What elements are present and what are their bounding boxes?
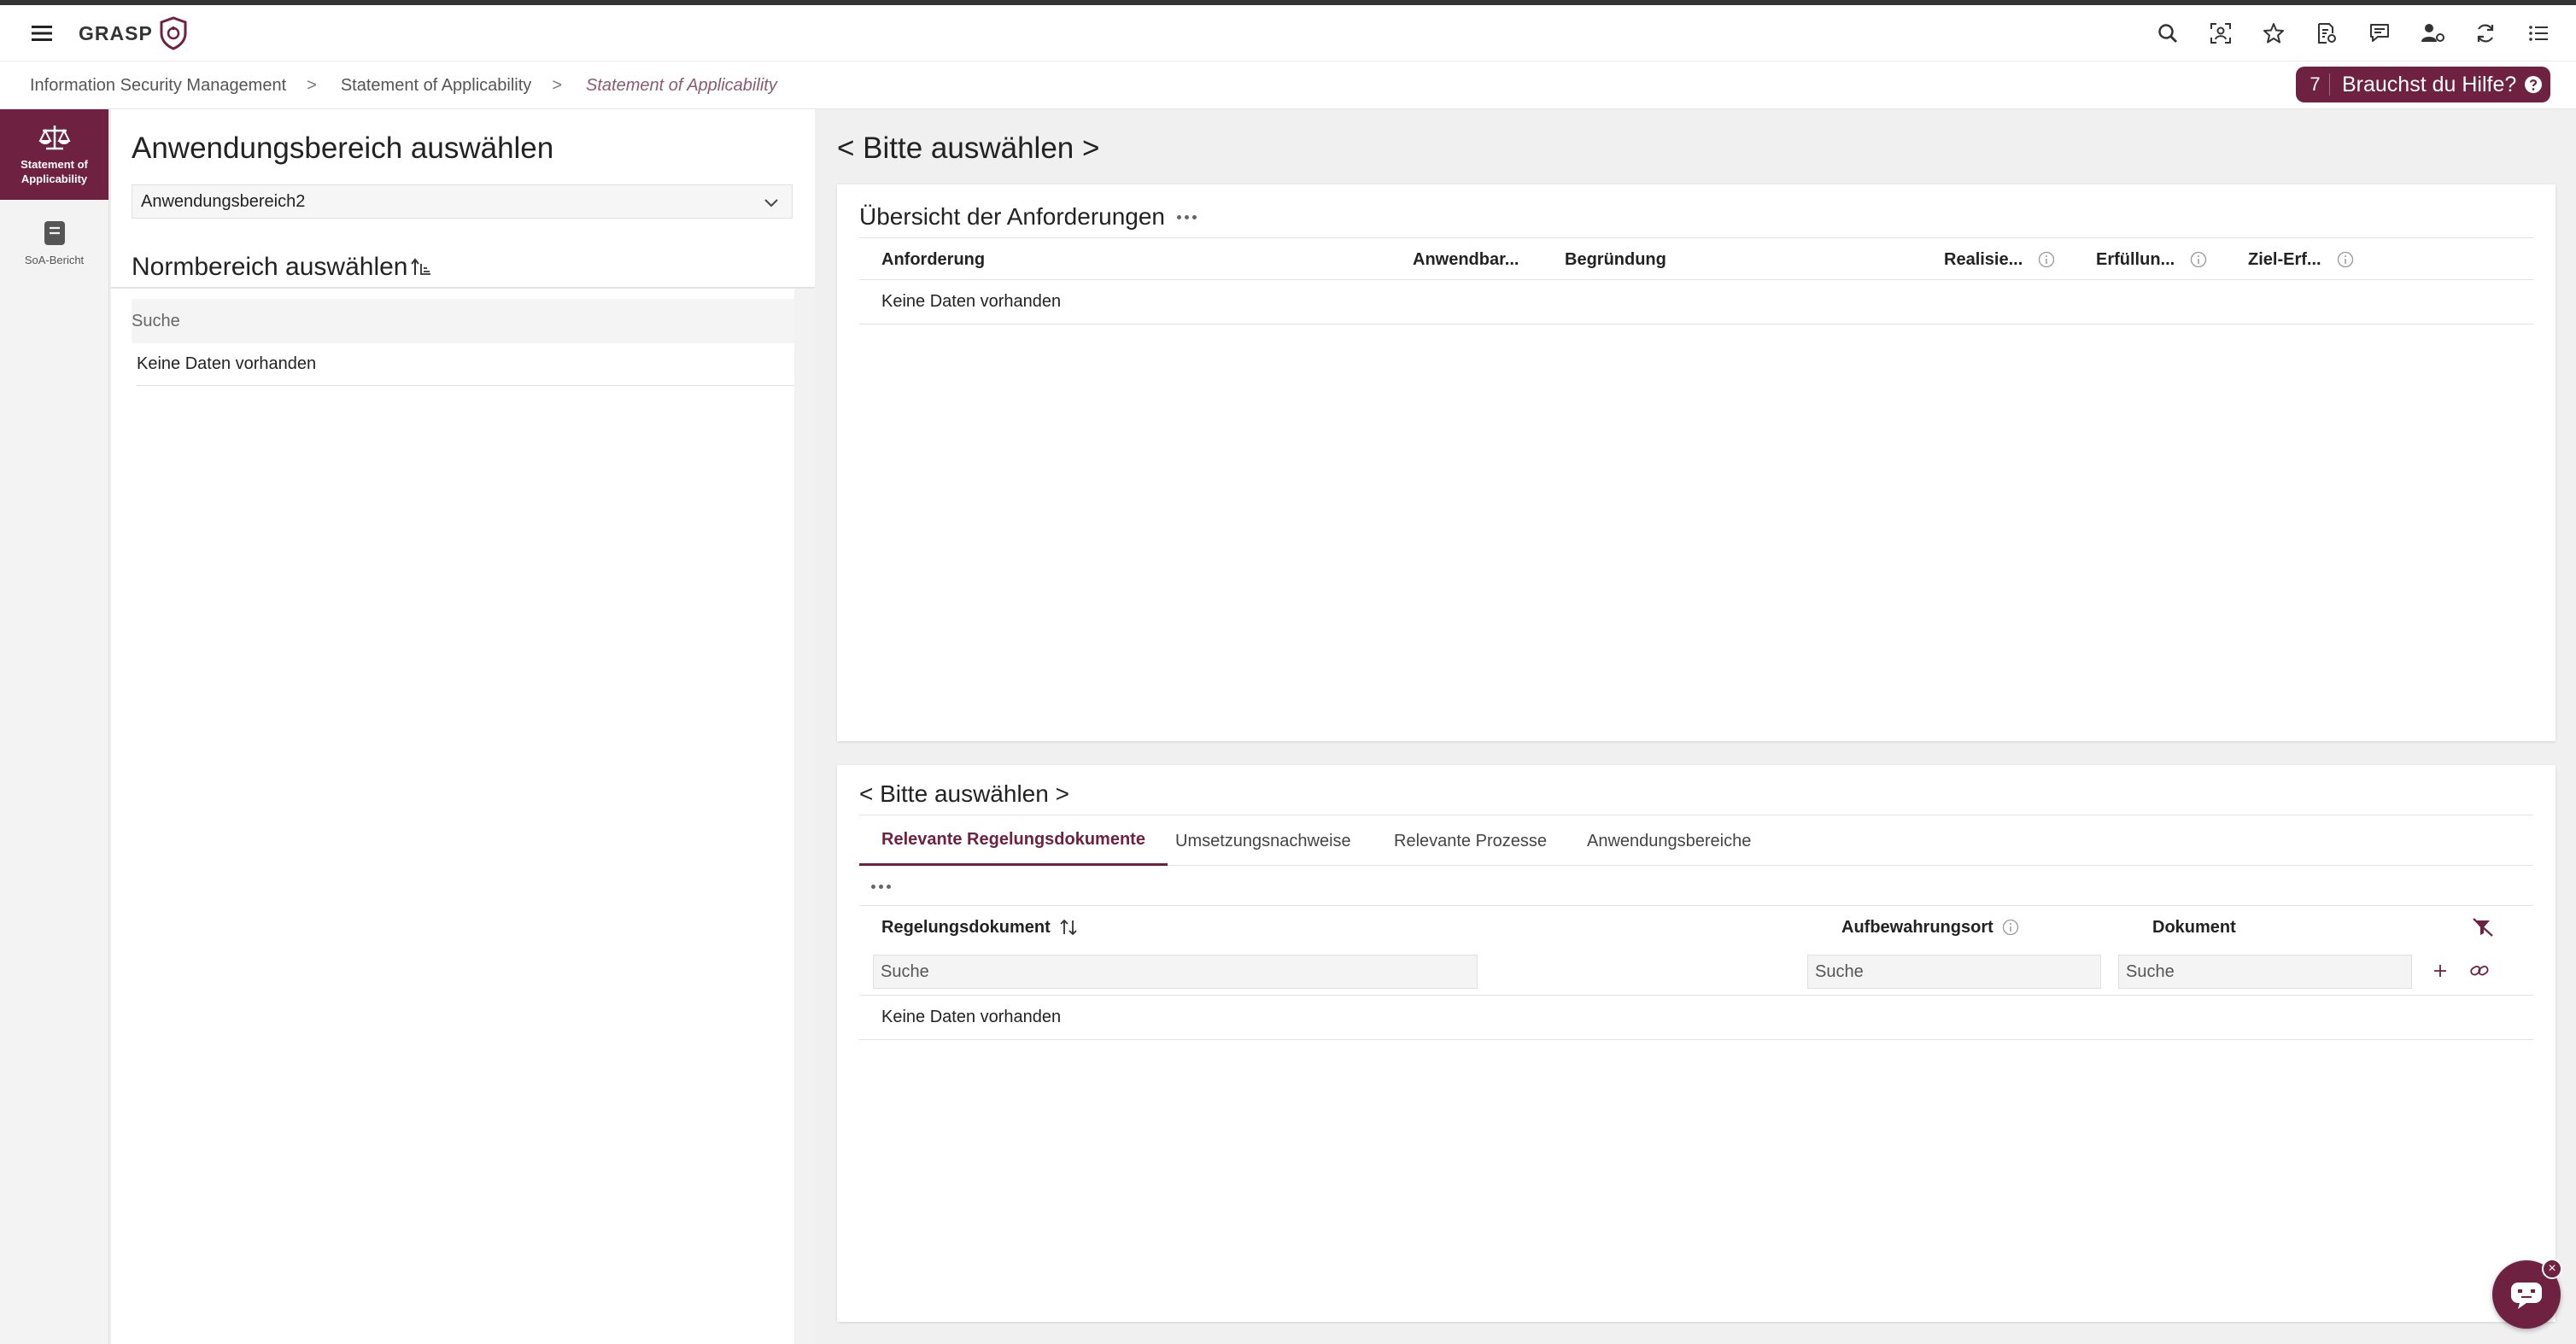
column-header-storage-location[interactable]: Aufbewahrungsort [1841,906,2019,949]
scope-select[interactable]: Anwendungsbereich2 [132,184,793,219]
tab-implementation-evidence[interactable]: Umsetzungsnachweise [1175,816,1351,866]
tab-scopes[interactable]: Anwendungsbereiche [1587,816,1751,866]
shield-logo-icon [158,16,189,50]
chatbot-close-icon[interactable]: × [2542,1259,2562,1279]
norm-search-input[interactable] [132,299,794,343]
search-icon[interactable] [2154,19,2181,48]
list-icon[interactable] [2525,19,2552,48]
add-icon[interactable] [2431,961,2450,980]
documents-filter-row [859,948,2533,996]
chatbot-icon [2508,1277,2545,1312]
detail-card: < Bitte auswählen > Relevante Regelungsd… [837,765,2556,1322]
requirements-overview-title-text: Übersicht der Anforderungen [859,203,1165,230]
column-header-realisation[interactable]: Realisie... [1944,238,2055,281]
logo[interactable]: GRASP [79,15,189,51]
star-icon[interactable] [2260,19,2287,48]
breadcrumb-bar: Information Security Management > Statem… [0,61,2576,109]
column-header-target-fulfilment[interactable]: Ziel-Erf... [2248,238,2354,281]
top-toolbar [2154,19,2552,48]
regulation-document-search-input[interactable] [873,955,1478,989]
column-header-justification[interactable]: Begründung [1565,238,1666,281]
column-header-realisation-label: Realisie... [1944,249,2023,269]
breadcrumb-item-current: Statement of Applicability [586,75,777,95]
sidenav-item-soa-report[interactable]: SoA-Bericht [0,200,108,285]
divider [111,287,815,289]
left-panel: Anwendungsbereich auswählen Anwendungsbe… [111,109,815,1344]
help-icon [2523,74,2544,95]
requirements-overview-title: Übersicht der Anforderungen [859,203,1197,231]
column-header-fulfilment[interactable]: Erfüllun... [2096,238,2207,281]
side-navigation: Statement of Applicability SoA-Bericht [0,109,109,1344]
requirements-overview-card: Übersicht der Anforderungen Anforderung … [837,184,2556,741]
norm-area-title: Normbereich auswählen [132,253,432,282]
info-icon[interactable] [2337,251,2354,268]
menu-icon[interactable] [29,20,55,46]
help-button[interactable]: 7 Brauchst du Hilfe? [2296,67,2550,102]
sort-icon[interactable] [1059,918,1078,937]
refresh-icon[interactable] [2472,19,2499,48]
column-header-applicable[interactable]: Anwendbar... [1413,238,1519,281]
column-header-regulation-document-label: Regelungsdokument [881,917,1051,937]
help-count: 7 [2301,73,2330,96]
user-settings-icon[interactable] [2419,19,2446,48]
sidenav-label-soa: Statement of Applicability [20,158,88,185]
scope-select-value: Anwendungsbereich2 [141,191,306,211]
column-header-regulation-document[interactable]: Regelungsdokument [881,906,1078,949]
tab-relevant-regulation-documents[interactable]: Relevante Regelungsdokumente [859,816,1168,866]
storage-location-search-input[interactable] [1807,955,2101,989]
tab-relevant-processes[interactable]: Relevante Prozesse [1394,816,1547,866]
breadcrumb-separator: > [552,75,562,95]
logo-text: GRASP [79,21,153,44]
sidenav-label-soa-report: SoA-Bericht [24,253,85,266]
more-options-icon[interactable] [1177,214,1197,219]
documents-empty-state: Keine Daten vorhanden [859,996,2533,1040]
document-settings-icon[interactable] [2313,19,2340,48]
breadcrumb-item-ism[interactable]: Information Security Management [30,76,286,96]
face-scan-icon[interactable] [2207,19,2234,48]
chevron-down-icon [763,194,780,211]
scrollbar-track[interactable] [794,289,815,1344]
info-icon[interactable] [2002,919,2019,936]
main-title: < Bitte auswählen > [837,131,1100,165]
sidenav-item-soa[interactable]: Statement of Applicability [0,109,108,200]
breadcrumb-separator: > [307,75,317,95]
norm-area-title-text: Normbereich auswählen [132,253,408,281]
scope-title: Anwendungsbereich auswählen [132,131,554,165]
column-header-requirement[interactable]: Anforderung [881,238,985,281]
sort-icon[interactable] [410,257,432,278]
link-icon[interactable] [2468,961,2491,980]
requirements-empty-state: Keine Daten vorhanden [859,280,2533,324]
detail-title: < Bitte auswählen > [859,780,1069,807]
help-label: Brauchst du Hilfe? [2342,72,2517,96]
documents-table-header: Regelungsdokument Aufbewahrungsort Dokum… [859,905,2533,948]
norm-empty-text: Keine Daten vorhanden [137,354,317,373]
scale-icon [38,123,72,152]
breadcrumb-item-soa[interactable]: Statement of Applicability [341,76,531,96]
column-header-document[interactable]: Dokument [2152,906,2236,949]
requirements-empty-text: Keine Daten vorhanden [881,292,1062,311]
chat-bubble-icon[interactable] [2366,19,2393,48]
top-bar: GRASP [0,5,2576,61]
more-options-icon[interactable] [871,885,891,889]
clear-filter-icon[interactable] [2472,906,2494,949]
info-icon[interactable] [2038,251,2055,268]
info-icon[interactable] [2190,251,2207,268]
breadcrumb: Information Security Management > Statem… [30,61,777,109]
report-icon [42,219,67,248]
column-header-target-fulfilment-label: Ziel-Erf... [2248,249,2321,269]
document-search-input[interactable] [2118,955,2412,989]
detail-tabs: Relevante Regelungsdokumente Umsetzungsn… [859,816,2533,866]
documents-empty-text: Keine Daten vorhanden [881,1008,1062,1026]
column-header-fulfilment-label: Erfüllun... [2096,249,2175,269]
norm-empty-state: Keine Daten vorhanden [137,343,794,386]
requirements-table-header: Anforderung Anwendbar... Begründung Real… [859,237,2533,280]
column-header-storage-location-label: Aufbewahrungsort [1841,917,1993,937]
